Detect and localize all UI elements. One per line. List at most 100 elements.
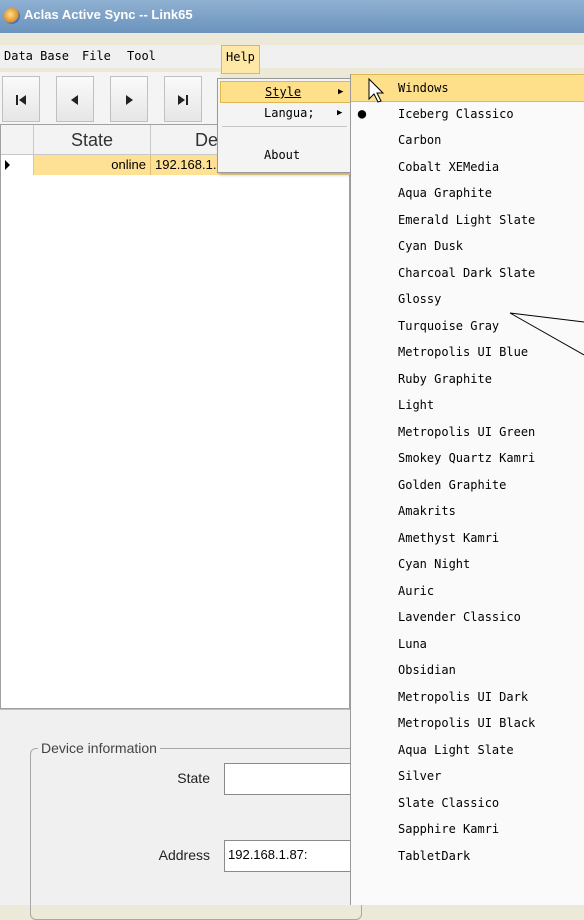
style-option-label: Obsidian bbox=[398, 663, 456, 677]
style-option[interactable]: Metropolis UI Dark bbox=[351, 684, 584, 710]
menu-item-style-label: Style bbox=[265, 85, 302, 99]
style-option[interactable]: Golden Graphite bbox=[351, 472, 584, 498]
style-option-label: Metropolis UI Dark bbox=[398, 689, 529, 704]
style-option[interactable]: Windows bbox=[351, 74, 584, 102]
style-option-label: Windows bbox=[398, 81, 449, 95]
style-option[interactable]: Slate Classico bbox=[351, 790, 584, 816]
address-label: Address bbox=[158, 847, 210, 863]
state-field[interactable] bbox=[224, 763, 354, 795]
menu-file[interactable]: File bbox=[82, 49, 111, 63]
style-option-label: Turquoise Gray bbox=[398, 318, 500, 333]
style-option-label: Auric bbox=[398, 583, 435, 598]
style-option-label: Iceberg Classico bbox=[398, 106, 514, 121]
menu-item-about-label: About bbox=[264, 148, 301, 162]
style-option[interactable]: Glossy bbox=[351, 286, 584, 312]
style-option-label: Emerald Light Slate bbox=[398, 212, 536, 227]
style-option-label: Glossy bbox=[398, 292, 442, 306]
style-option-label: Cyan Night bbox=[398, 557, 471, 571]
style-option-label: Carbon bbox=[398, 133, 442, 147]
first-record-button[interactable] bbox=[2, 76, 40, 122]
previous-record-icon bbox=[71, 94, 78, 105]
cell-state[interactable]: online bbox=[34, 155, 151, 175]
style-option-label: Metropolis UI Black bbox=[398, 716, 536, 730]
menu-item-about[interactable]: About bbox=[220, 145, 349, 165]
style-option[interactable]: Lavender Classico bbox=[351, 604, 584, 630]
style-option-label: Cobalt XEMedia bbox=[398, 159, 500, 174]
style-option-label: Lavender Classico bbox=[398, 610, 521, 624]
style-option-label: Luna bbox=[398, 636, 427, 651]
style-option[interactable]: Amakrits bbox=[351, 498, 584, 524]
navigation-toolbar bbox=[0, 72, 220, 124]
style-option[interactable]: Luna bbox=[351, 631, 584, 657]
style-option[interactable]: Metropolis UI Green bbox=[351, 419, 584, 445]
style-option-label: Golden Graphite bbox=[398, 477, 507, 492]
address-field[interactable]: 192.168.1.87: bbox=[224, 840, 354, 872]
menu-item-style[interactable]: Style ▶ bbox=[220, 81, 351, 103]
style-option[interactable]: Auric bbox=[351, 578, 584, 604]
last-record-icon bbox=[178, 94, 188, 105]
style-option-label: Amethyst Kamri bbox=[398, 530, 500, 545]
style-option-label: Cyan Dusk bbox=[398, 239, 464, 253]
state-label: State bbox=[177, 770, 210, 786]
style-option[interactable]: ● Iceberg Classico bbox=[351, 101, 584, 127]
style-option-label: Ruby Graphite bbox=[398, 371, 492, 386]
style-option-label: Aqua Light Slate bbox=[398, 742, 514, 757]
style-option-label: Aqua Graphite bbox=[398, 186, 492, 200]
style-option[interactable]: TabletDark bbox=[351, 843, 584, 869]
style-option-label: TabletDark bbox=[398, 848, 471, 863]
style-option[interactable]: Ruby Graphite bbox=[351, 366, 584, 392]
menu-item-language-label: Langua; bbox=[264, 106, 315, 120]
style-submenu: Windows ● Iceberg Classico Carbon Cobalt XEM… bbox=[350, 74, 584, 905]
device-info-panel: Device information State Address 192.168… bbox=[0, 709, 362, 920]
style-option[interactable]: Turquoise Gray bbox=[351, 313, 584, 339]
style-option-label: Charcoal Dark Slate bbox=[398, 265, 536, 280]
style-option[interactable]: Carbon bbox=[351, 127, 584, 153]
style-option[interactable]: Cobalt XEMedia bbox=[351, 154, 584, 180]
menu-bar: Data Base File Tool Help bbox=[0, 45, 584, 74]
style-option[interactable]: Emerald Light Slate bbox=[351, 207, 584, 233]
device-info-title: Device information bbox=[38, 740, 160, 756]
style-option[interactable]: Light bbox=[351, 392, 584, 418]
menu-help[interactable]: Help bbox=[221, 45, 260, 74]
first-record-icon bbox=[16, 94, 26, 105]
device-grid[interactable]: State De online 192.168.1.87:5002 bbox=[0, 124, 351, 709]
style-option-label: Smokey Quartz Kamri bbox=[398, 451, 536, 465]
style-option-label: Light bbox=[398, 398, 435, 412]
style-option[interactable]: Amethyst Kamri bbox=[351, 525, 584, 551]
window-title: Aclas Active Sync -- Link65 bbox=[24, 7, 193, 22]
last-record-button[interactable] bbox=[164, 76, 202, 122]
help-menu: Style ▶ Langua; ▶ About bbox=[217, 78, 352, 173]
style-option-label: Slate Classico bbox=[398, 795, 500, 810]
style-option-label: Silver bbox=[398, 769, 442, 783]
style-option[interactable]: Cyan Dusk bbox=[351, 233, 584, 259]
style-option[interactable]: Cyan Night bbox=[351, 551, 584, 577]
column-header-state[interactable]: State bbox=[34, 125, 151, 155]
style-option[interactable]: Silver bbox=[351, 763, 584, 789]
menu-tool[interactable]: Tool bbox=[127, 49, 156, 63]
next-record-button[interactable] bbox=[110, 76, 148, 122]
style-option-label: Metropolis UI Green bbox=[398, 424, 536, 439]
next-record-icon bbox=[126, 94, 133, 105]
style-option[interactable]: Charcoal Dark Slate bbox=[351, 260, 584, 286]
style-option[interactable]: Obsidian bbox=[351, 657, 584, 683]
style-option[interactable]: Sapphire Kamri bbox=[351, 816, 584, 842]
style-option-label: Sapphire Kamri bbox=[398, 822, 500, 836]
previous-record-button[interactable] bbox=[56, 76, 94, 122]
menu-item-language[interactable]: Langua; ▶ bbox=[220, 103, 349, 123]
style-option-label: Amakrits bbox=[398, 504, 456, 518]
selected-bullet-icon: ● bbox=[357, 105, 367, 122]
style-option-label: Metropolis UI Blue bbox=[398, 345, 529, 359]
menu-separator bbox=[222, 126, 347, 127]
style-option[interactable]: Aqua Light Slate bbox=[351, 737, 584, 763]
style-option[interactable]: Aqua Graphite bbox=[351, 180, 584, 206]
menu-database[interactable]: Data Base bbox=[4, 49, 69, 63]
title-bar: Aclas Active Sync -- Link65 bbox=[0, 0, 584, 33]
style-option[interactable]: Smokey Quartz Kamri bbox=[351, 445, 584, 471]
grid-row-indicator-header bbox=[1, 125, 34, 155]
current-row-arrow-icon bbox=[5, 160, 10, 170]
app-icon bbox=[4, 8, 20, 24]
submenu-arrow-icon: ▶ bbox=[337, 108, 343, 118]
style-option[interactable]: Metropolis UI Blue bbox=[351, 339, 584, 365]
row-indicator bbox=[1, 155, 34, 175]
style-option[interactable]: Metropolis UI Black bbox=[351, 710, 584, 736]
